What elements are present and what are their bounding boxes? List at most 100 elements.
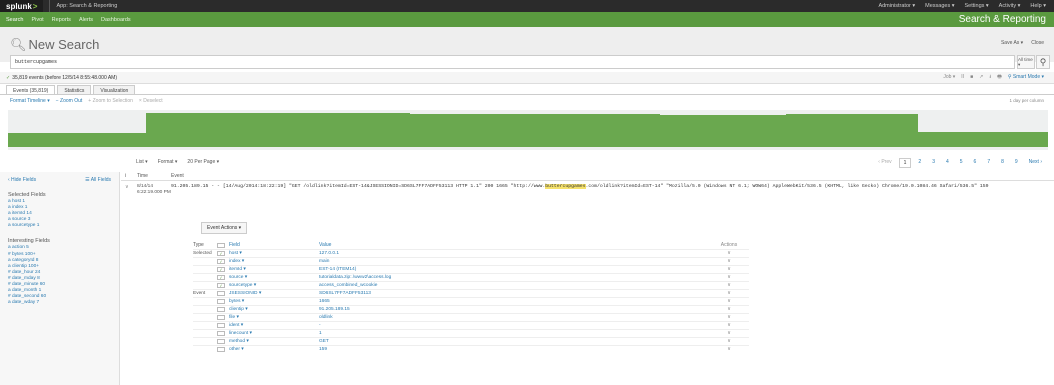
page-link[interactable]: 6 (970, 158, 981, 168)
field-checkbox[interactable] (217, 275, 225, 280)
field-actions-menu[interactable]: ∨ (709, 267, 749, 272)
zoom-out-button[interactable]: − Zoom Out (56, 98, 83, 104)
tab-events[interactable]: Events (35,819) (6, 85, 56, 94)
all-fields-button[interactable]: ☰ All Fields (85, 177, 111, 183)
field-actions-menu[interactable]: ∨ (709, 275, 749, 280)
splunk-logo[interactable]: splunk > (0, 0, 44, 12)
next-page-button[interactable]: Next › (1025, 158, 1046, 168)
search-button[interactable]: ⚲ (1036, 55, 1050, 69)
save-as-button[interactable]: Save As ▾ (1001, 40, 1023, 46)
field-checkbox[interactable] (217, 267, 225, 272)
field-name[interactable]: method ▾ (229, 339, 319, 344)
field-name[interactable]: file ▾ (229, 315, 319, 320)
field-actions-menu[interactable]: ∨ (709, 339, 749, 344)
page-link[interactable]: 4 (942, 158, 953, 168)
print-icon[interactable]: 🖶 (997, 74, 1002, 82)
field-checkbox[interactable] (217, 299, 225, 304)
page-link[interactable]: 5 (956, 158, 967, 168)
field-actions-menu[interactable]: ∨ (709, 299, 749, 304)
per-page-menu[interactable]: 20 Per Page ▾ (187, 159, 219, 165)
format-timeline-menu[interactable]: Format Timeline ▾ (10, 98, 50, 104)
field-checkbox[interactable] (217, 259, 225, 264)
field-value[interactable]: 127.0.0.1 (319, 251, 709, 256)
field-name[interactable]: linecount ▾ (229, 331, 319, 336)
zoom-to-selection-button[interactable]: + Zoom to Selection (88, 98, 133, 104)
close-button[interactable]: Close (1031, 40, 1044, 46)
field-checkbox[interactable] (217, 251, 225, 256)
format-menu[interactable]: Format ▾ (158, 159, 178, 165)
timeline-bar[interactable] (786, 114, 918, 147)
field-value[interactable]: - (319, 323, 709, 328)
pause-icon[interactable]: II (961, 74, 964, 82)
field-name[interactable]: index ▾ (229, 259, 319, 264)
event-actions-button[interactable]: Event Actions ▾ (201, 222, 248, 234)
search-mode-menu[interactable]: ⚲ Smart Mode ▾ (1008, 74, 1044, 82)
field-value[interactable]: 1665 (319, 299, 709, 304)
time-range-picker[interactable]: All time ▾ (1017, 55, 1035, 69)
field-checkbox[interactable] (217, 291, 225, 296)
field-value[interactable]: EST-14 (ITEM14) (319, 267, 709, 272)
export-icon[interactable]: ⭳ (989, 74, 991, 82)
field-value[interactable]: 1 (319, 331, 709, 336)
sidebar-field[interactable]: a sourcetype 1 (0, 223, 119, 229)
timeline-bar[interactable] (278, 113, 410, 147)
hide-fields-button[interactable]: ‹ Hide Fields (8, 177, 36, 183)
app-menu[interactable]: App: Search & Reporting (49, 0, 123, 12)
deselect-button[interactable]: × Deselect (139, 98, 163, 104)
select-all-checkbox[interactable] (217, 242, 225, 248)
field-value[interactable]: 159 (319, 347, 709, 352)
timeline-bar[interactable] (8, 133, 146, 147)
help-menu[interactable]: Help ▾ (1030, 3, 1046, 9)
event-timeline[interactable] (8, 110, 1048, 150)
nav-pivot[interactable]: Pivot (31, 17, 43, 23)
timeline-bar[interactable] (410, 114, 534, 147)
admin-menu[interactable]: Administrator ▾ (878, 3, 915, 9)
field-checkbox[interactable] (217, 283, 225, 288)
field-checkbox[interactable] (217, 339, 225, 344)
field-actions-menu[interactable]: ∨ (709, 347, 749, 352)
prev-page-button[interactable]: ‹ Prev (874, 158, 895, 168)
collapse-icon[interactable]: ∨ (125, 184, 129, 190)
nav-reports[interactable]: Reports (52, 17, 71, 23)
field-actions-menu[interactable]: ∨ (709, 331, 749, 336)
page-link[interactable]: 9 (1011, 158, 1022, 168)
field-value[interactable]: main (319, 259, 709, 264)
field-value[interactable]: access_combined_wcookie (319, 283, 709, 288)
timeline-bar[interactable] (146, 113, 278, 147)
field-actions-menu[interactable]: ∨ (709, 315, 749, 320)
page-link[interactable]: 7 (983, 158, 994, 168)
field-name[interactable]: itemId ▾ (229, 267, 319, 272)
col-time[interactable]: Time (137, 173, 171, 179)
field-name[interactable]: sourcetype ▾ (229, 283, 319, 288)
field-actions-menu[interactable]: ∨ (709, 291, 749, 296)
field-actions-menu[interactable]: ∨ (709, 283, 749, 288)
settings-menu[interactable]: Settings ▾ (965, 3, 989, 9)
field-checkbox[interactable] (217, 307, 225, 312)
sidebar-field[interactable]: a date_wday 7 (0, 300, 119, 306)
field-actions-menu[interactable]: ∨ (709, 251, 749, 256)
nav-search[interactable]: Search (6, 17, 23, 23)
field-value[interactable]: 91.205.189.15 (319, 307, 709, 312)
field-name[interactable]: source ▾ (229, 275, 319, 280)
tab-visualization[interactable]: Visualization (93, 85, 136, 94)
field-actions-menu[interactable]: ∨ (709, 307, 749, 312)
messages-menu[interactable]: Messages ▾ (925, 3, 954, 9)
nav-dashboards[interactable]: Dashboards (101, 17, 131, 23)
field-checkbox[interactable] (217, 347, 225, 352)
tab-statistics[interactable]: Statistics (57, 85, 92, 94)
timeline-bar[interactable] (660, 115, 786, 147)
timeline-bar[interactable] (918, 132, 1048, 147)
page-link[interactable]: 2 (914, 158, 925, 168)
job-menu[interactable]: Job ▾ (943, 74, 955, 82)
stop-icon[interactable]: ■ (970, 74, 973, 82)
nav-alerts[interactable]: Alerts (79, 17, 93, 23)
field-actions-menu[interactable]: ∨ (709, 259, 749, 264)
field-checkbox[interactable] (217, 331, 225, 336)
field-value[interactable]: SD6SL7FF7ADFF53113 (319, 291, 709, 296)
share-icon[interactable]: ↗ (979, 74, 983, 82)
page-link[interactable]: 8 (997, 158, 1008, 168)
timeline-bar[interactable] (534, 114, 660, 147)
search-input[interactable]: buttercupgames (10, 55, 1015, 69)
field-checkbox[interactable] (217, 323, 225, 328)
field-name[interactable]: ident ▾ (229, 323, 319, 328)
